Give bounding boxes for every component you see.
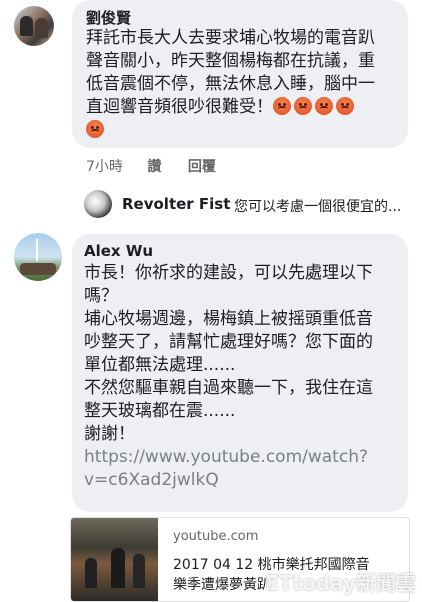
comment-line: 聲音關小，昨天整個楊梅都在抗議，重	[86, 51, 375, 71]
avatar-person-2	[35, 18, 48, 38]
comment-line: 謝謝！	[84, 424, 135, 444]
comment-body-1: 拜託市長大人去要求埔心牧場的電音趴 聲音關小，昨天整個楊梅都在抗議，重 低音震個…	[86, 27, 375, 142]
comment-line: 單位都無法處理......	[84, 355, 236, 375]
angry-face-icon	[86, 120, 104, 138]
comment-meta-1: 7小時 讚 回覆	[86, 156, 216, 176]
link-domain: youtube.com	[173, 529, 259, 544]
avatar-person-1	[20, 16, 33, 36]
like-button[interactable]: 讚	[147, 159, 161, 175]
thumbnail-figure	[111, 548, 125, 588]
comment-line: 整天玻璃都在震......	[84, 401, 236, 421]
avatar-reply-author[interactable]	[84, 190, 112, 218]
comment-line: 不然您驅車親自過來聽一下，我住在這	[84, 378, 373, 398]
comment-line: 低音震個不停，無法休息入睡，腦中一	[86, 74, 375, 94]
comment-time[interactable]: 7小時	[86, 159, 123, 175]
reply-author-name[interactable]: Revolter Fist	[122, 195, 230, 213]
thumbnail-figure	[85, 558, 97, 588]
comment-link[interactable]: v=c6Xad2jwlkQ	[84, 469, 373, 492]
angry-face-icon	[273, 97, 291, 115]
reply-preview-row[interactable]: Revolter Fist 您可以考慮一個很便宜的...	[84, 190, 414, 220]
comment-line: 拜託市長大人去要求埔心牧場的電音趴	[86, 28, 375, 48]
reply-button[interactable]: 回覆	[188, 159, 216, 175]
comment-line: 市長！你祈求的建設，可以先處理以下	[84, 263, 373, 283]
comment-line-text: 直迴響音頻很吵很難受！	[86, 97, 273, 117]
comment-link[interactable]: https://www.youtube.com/watch?	[84, 446, 373, 469]
comment-line: 嗎？	[84, 286, 118, 306]
reply-snippet[interactable]: 您可以考慮一個很便宜的...	[234, 196, 401, 216]
avatar-windmill	[36, 239, 38, 261]
comment-line: 直迴響音頻很吵很難受！	[86, 96, 375, 119]
comment-author-2[interactable]: Alex Wu	[84, 242, 153, 260]
comment-line: 埔心牧場週邊，楊梅鎮上被摇頭重低音	[84, 309, 373, 329]
comment-line: 吵整天了，請幫忙處理好嗎？您下面的	[84, 332, 373, 352]
avatar-people	[20, 263, 56, 275]
angry-face-icon	[315, 97, 333, 115]
comment-bubble-2: Alex Wu 市長！你祈求的建設，可以先處理以下 嗎？ 埔心牧場週邊，楊梅鎮上…	[72, 234, 408, 512]
angry-face-icon	[294, 97, 312, 115]
comment-bubble-1: 劉俊賢 拜託市長大人去要求埔心牧場的電音趴 聲音關小，昨天整個楊梅都在抗議，重 …	[72, 0, 408, 148]
comment-author-1[interactable]: 劉俊賢	[86, 7, 131, 28]
comment-line	[86, 119, 375, 142]
avatar-commenter-2[interactable]	[14, 233, 62, 281]
thumbnail-figure	[133, 554, 145, 588]
comment-body-2: 市長！你祈求的建設，可以先處理以下 嗎？ 埔心牧場週邊，楊梅鎮上被摇頭重低音 吵…	[84, 262, 373, 492]
video-thumbnail[interactable]	[71, 518, 158, 601]
avatar-commenter-1[interactable]	[14, 6, 54, 46]
watermark-logo: ETtoday新聞雲	[265, 571, 416, 595]
angry-face-icon	[336, 97, 354, 115]
